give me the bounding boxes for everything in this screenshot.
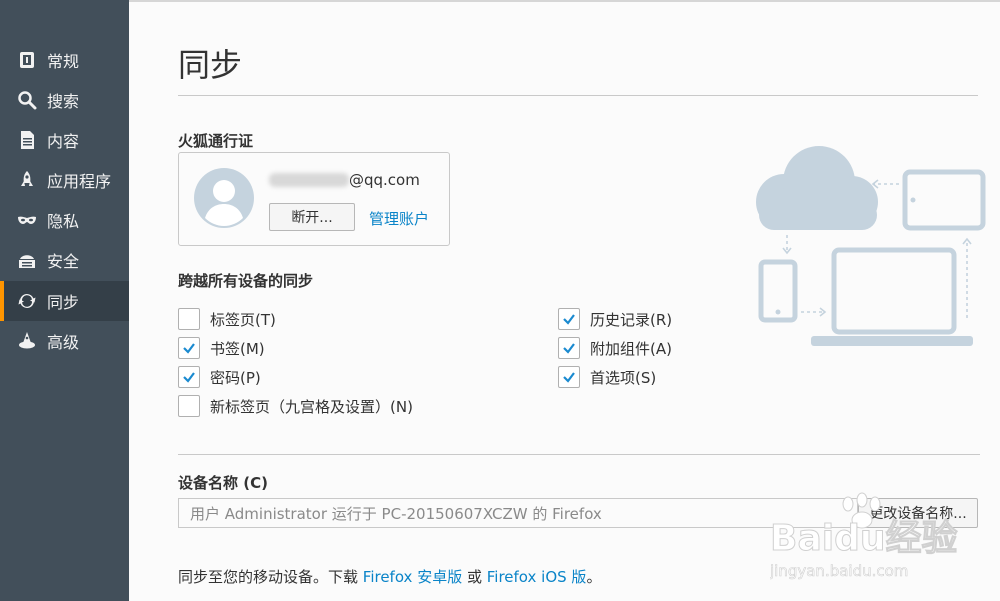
footer-middle: 或 [462, 568, 487, 586]
checkbox-label: 附加组件(A) [590, 339, 672, 358]
sync-option-newtab[interactable]: 新标签页（九宫格及设置）(N) [178, 395, 413, 417]
disconnect-button[interactable]: 断开... [269, 203, 355, 231]
checkbox[interactable] [178, 308, 200, 330]
device-section-title: 设备名称 (C) [178, 474, 268, 492]
sync-option-history[interactable]: 历史记录(R) [558, 308, 672, 330]
avatar-icon [194, 168, 254, 228]
device-name-field[interactable]: 用户 Administrator 运行于 PC-20150607XCZW 的 F… [178, 498, 858, 528]
sidebar-item-search[interactable]: 搜索 [0, 80, 129, 120]
checkbox-label: 密码(P) [210, 368, 261, 387]
sidebar-item-label: 常规 [47, 52, 80, 71]
footer-prefix: 同步至您的移动设备。下载 [178, 568, 363, 586]
content-icon [16, 129, 38, 151]
checkbox-label: 书签(M) [210, 339, 265, 358]
applications-icon [16, 169, 38, 191]
account-box: @qq.com 断开... 管理账户 [178, 152, 450, 246]
sidebar-item-label: 隐私 [47, 212, 80, 231]
checkbox[interactable] [178, 395, 200, 417]
manage-account-link[interactable]: 管理账户 [369, 208, 429, 229]
checkbox-label: 历史记录(R) [590, 310, 673, 329]
sidebar-item-label: 应用程序 [47, 172, 112, 191]
sidebar-item-general[interactable]: 常规 [0, 40, 129, 80]
mobile-sync-text: 同步至您的移动设备。下载 Firefox 安卓版 或 Firefox iOS 版… [178, 566, 601, 587]
cloud-icon [756, 146, 878, 230]
firefox-android-link[interactable]: Firefox 安卓版 [363, 568, 462, 586]
sidebar-item-label: 高级 [47, 333, 80, 352]
email-username-blurred [269, 173, 349, 187]
footer-suffix: 。 [586, 568, 602, 586]
baidu-watermark: Baidu经验 jingyan.baidu.com [770, 492, 958, 580]
phone-icon [758, 259, 798, 323]
search-icon [16, 89, 38, 111]
sync-option-bookmarks[interactable]: 书签(M) [178, 337, 265, 359]
sidebar-item-content[interactable]: 内容 [0, 120, 129, 160]
checkmark-icon [563, 372, 575, 383]
checkbox-label: 新标签页（九宫格及设置）(N) [210, 397, 413, 416]
page-title: 同步 [178, 46, 243, 84]
sync-icon [16, 290, 38, 312]
privacy-mask-icon [16, 209, 38, 231]
title-divider [178, 95, 978, 96]
firefox-ios-link[interactable]: Firefox iOS 版 [487, 568, 587, 586]
watermark-url: jingyan.baidu.com [770, 562, 908, 580]
sync-option-preferences[interactable]: 首选项(S) [558, 366, 656, 388]
sidebar-item-privacy[interactable]: 隐私 [0, 200, 129, 240]
sidebar-item-security[interactable]: 安全 [0, 240, 129, 280]
sidebar-item-advanced[interactable]: 高级 [0, 321, 129, 361]
sidebar-item-applications[interactable]: 应用程序 [0, 160, 129, 200]
preferences-sidebar: 常规 搜索 内容 应用程序 隐私 安全 同步 高级 [0, 0, 129, 601]
general-icon [16, 49, 38, 71]
sync-option-addons[interactable]: 附加组件(A) [558, 337, 672, 359]
watermark-brand: Baidu经验 [770, 518, 957, 559]
device-divider [178, 454, 980, 455]
sync-devices-illustration [756, 146, 986, 346]
checkbox[interactable] [178, 366, 200, 388]
sidebar-item-label: 搜索 [47, 92, 80, 111]
checkbox-label: 标签页(T) [210, 310, 276, 329]
sync-section-title: 跨越所有设备的同步 [178, 272, 314, 290]
sidebar-item-label: 同步 [47, 293, 80, 312]
checkbox-label: 首选项(S) [590, 368, 657, 387]
security-icon [16, 249, 38, 271]
active-indicator [0, 281, 4, 321]
checkbox[interactable] [558, 308, 580, 330]
tablet-icon [902, 169, 986, 231]
account-email: @qq.com [349, 171, 420, 189]
checkbox[interactable] [558, 337, 580, 359]
sync-option-tabs[interactable]: 标签页(T) [178, 308, 276, 330]
account-section-title: 火狐通行证 [178, 132, 254, 150]
sidebar-item-label: 安全 [47, 252, 80, 271]
sidebar-item-sync[interactable]: 同步 [0, 281, 129, 321]
checkbox[interactable] [558, 366, 580, 388]
checkmark-icon [183, 372, 195, 383]
laptop-icon [811, 247, 973, 346]
sync-option-passwords[interactable]: 密码(P) [178, 366, 261, 388]
checkmark-icon [563, 343, 575, 354]
checkmark-icon [183, 343, 195, 354]
sidebar-item-label: 内容 [47, 132, 80, 151]
checkbox[interactable] [178, 337, 200, 359]
checkmark-icon [563, 314, 575, 325]
advanced-icon [16, 330, 38, 352]
